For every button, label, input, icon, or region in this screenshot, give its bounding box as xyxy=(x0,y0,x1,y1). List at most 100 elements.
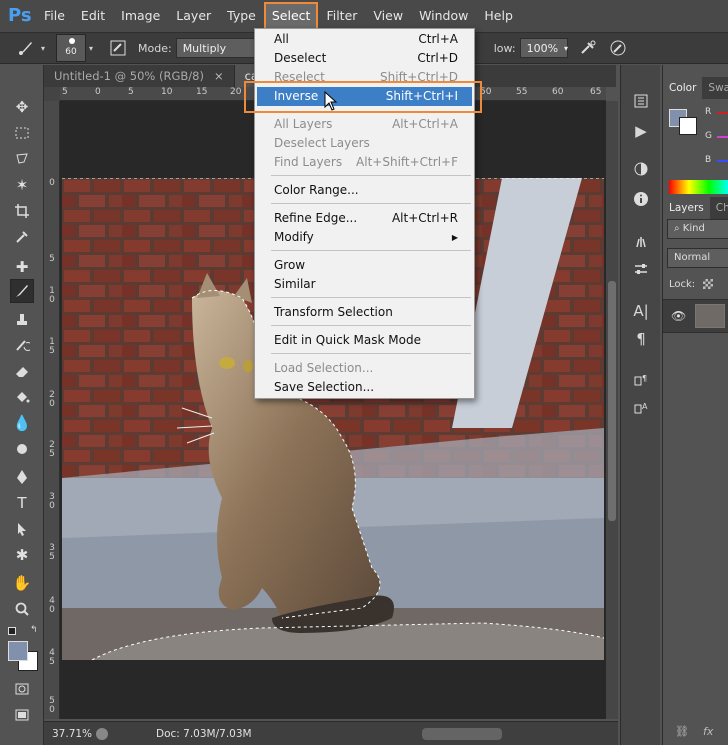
foreground-color-swatch[interactable] xyxy=(8,641,28,661)
zoom-level[interactable]: 37.71% xyxy=(44,728,92,740)
menu-item-grow[interactable]: Grow xyxy=(257,256,472,275)
vertical-ruler[interactable]: 0 5 1 0 1 5 2 0 2 5 3 0 3 5 4 0 4 5 5 0 xyxy=(44,101,60,719)
chevron-down-icon[interactable]: ▾ xyxy=(86,36,96,60)
layer-thumbnail[interactable] xyxy=(695,304,725,328)
menu-item-similar[interactable]: Similar xyxy=(257,275,472,294)
scroll-thumb[interactable] xyxy=(608,281,616,521)
ruler-tick-label: 2 0 xyxy=(49,390,55,409)
menu-file[interactable]: File xyxy=(38,4,71,28)
character-panel-icon[interactable]: A| xyxy=(629,299,653,323)
menu-item-refine-edge[interactable]: Refine Edge... Alt+Ctrl+R xyxy=(257,209,472,228)
menu-item-modify[interactable]: Modify ▶ xyxy=(257,228,472,247)
custom-shape-tool-icon[interactable]: ✱ xyxy=(10,543,34,567)
lasso-tool-icon[interactable] xyxy=(10,147,34,171)
menu-window[interactable]: Window xyxy=(413,4,474,28)
menu-item-quick-mask[interactable]: Edit in Quick Mask Mode xyxy=(257,331,472,350)
paragraph-styles-icon[interactable]: ¶ xyxy=(629,367,653,391)
channel-b-slider[interactable] xyxy=(717,160,728,162)
tab-color[interactable]: Color xyxy=(663,77,703,99)
crop-tool-icon[interactable] xyxy=(10,199,34,223)
link-layers-icon[interactable]: ⛓ xyxy=(675,725,689,738)
hand-tool-icon[interactable]: ✋ xyxy=(10,571,34,595)
color-spectrum[interactable] xyxy=(669,180,728,194)
menu-item-inverse[interactable]: Inverse Shift+Ctrl+I xyxy=(257,87,472,106)
eyedropper-tool-icon[interactable] xyxy=(10,225,34,249)
eye-icon[interactable]: 👁 xyxy=(671,309,686,323)
chevron-down-icon[interactable]: ▾ xyxy=(38,36,48,60)
clone-stamp-tool-icon[interactable] xyxy=(10,307,34,331)
color-panel-tabs: Color Swa xyxy=(663,77,728,99)
menu-select[interactable]: Select xyxy=(263,2,319,30)
menu-image[interactable]: Image xyxy=(115,4,166,28)
brush-presets-icon[interactable] xyxy=(629,229,653,253)
status-menu-icon[interactable] xyxy=(96,727,108,740)
zoom-tool-icon[interactable] xyxy=(10,597,34,621)
menu-edit[interactable]: Edit xyxy=(75,4,111,28)
tab-swatches[interactable]: Swa xyxy=(702,77,728,99)
menu-separator xyxy=(271,250,471,251)
play-actions-icon[interactable]: ▶ xyxy=(629,119,653,143)
brush-panel-toggle-icon[interactable] xyxy=(106,36,130,60)
channel-g-slider[interactable] xyxy=(717,136,728,138)
tool-presets-icon[interactable] xyxy=(629,257,653,281)
brush-tool-icon[interactable] xyxy=(10,279,34,303)
adjustments-panel-icon[interactable] xyxy=(629,157,653,181)
flow-label: low: xyxy=(493,41,516,55)
healing-brush-tool-icon[interactable]: ✚ xyxy=(10,255,34,279)
quick-mask-icon[interactable] xyxy=(10,677,34,701)
layer-style-icon[interactable]: fx xyxy=(703,725,713,738)
menu-filter[interactable]: Filter xyxy=(320,4,363,28)
menu-view[interactable]: View xyxy=(367,4,409,28)
menu-layer[interactable]: Layer xyxy=(170,4,217,28)
dodge-tool-icon[interactable] xyxy=(10,437,34,461)
tab-layers[interactable]: Layers xyxy=(663,197,710,219)
ruler-origin[interactable] xyxy=(44,87,60,101)
lock-transparency-icon[interactable] xyxy=(703,279,713,289)
ruler-tick-label: 5 xyxy=(49,254,55,264)
menu-item-deselect[interactable]: Deselect Ctrl+D xyxy=(257,49,472,68)
channel-r-slider[interactable] xyxy=(717,112,728,114)
flow-select[interactable]: 100% ▾ xyxy=(519,38,568,58)
blend-mode-select[interactable]: Normal xyxy=(667,248,728,268)
layer-filter-kind[interactable]: ⌕ Kind xyxy=(667,219,728,239)
paint-bucket-tool-icon[interactable] xyxy=(10,385,34,409)
magic-wand-tool-icon[interactable]: ✶ xyxy=(10,173,34,197)
marquee-tool-icon[interactable] xyxy=(10,121,34,145)
history-panel-icon[interactable] xyxy=(629,89,653,113)
layer-row[interactable]: 👁 xyxy=(663,299,728,333)
menu-item-save-selection[interactable]: Save Selection... xyxy=(257,378,472,397)
menu-item-all[interactable]: All Ctrl+A xyxy=(257,30,472,49)
move-tool-icon[interactable]: ✥ xyxy=(10,95,34,119)
tab-untitled-1[interactable]: Untitled-1 @ 50% (RGB/8) × xyxy=(44,65,235,87)
menu-item-transform-selection[interactable]: Transform Selection xyxy=(257,303,472,322)
pen-tool-icon[interactable] xyxy=(10,465,34,489)
kind-value: Kind xyxy=(682,223,705,234)
airbrush-icon[interactable] xyxy=(576,36,600,60)
vertical-scrollbar[interactable] xyxy=(606,101,618,719)
mode-select[interactable]: Multiply xyxy=(175,38,266,58)
brush-tool-icon[interactable] xyxy=(14,36,38,60)
menu-help[interactable]: Help xyxy=(478,4,519,28)
swap-colors-icon[interactable]: ↰ xyxy=(30,625,38,635)
eraser-tool-icon[interactable] xyxy=(10,359,34,383)
screen-mode-icon[interactable] xyxy=(10,703,34,727)
horizontal-scroll-thumb[interactable] xyxy=(422,728,502,740)
character-styles-icon[interactable]: A xyxy=(629,395,653,419)
ruler-tick-label: 4 0 xyxy=(49,596,55,615)
close-icon[interactable]: × xyxy=(214,69,224,83)
blur-tool-icon[interactable]: 💧 xyxy=(10,411,34,435)
history-brush-tool-icon[interactable] xyxy=(10,333,34,357)
tablet-pressure-icon[interactable] xyxy=(606,36,630,60)
default-colors-icon[interactable] xyxy=(8,627,16,635)
paragraph-panel-icon[interactable]: ¶ xyxy=(629,327,653,351)
menu-item-reselect: Reselect Shift+Ctrl+D xyxy=(274,70,458,84)
menu-item-color-range[interactable]: Color Range... xyxy=(257,181,472,200)
tab-channels[interactable]: Cha xyxy=(710,197,728,219)
menu-type[interactable]: Type xyxy=(221,4,262,28)
ruler-tick-label: 1 0 xyxy=(49,286,55,305)
type-tool-icon[interactable]: T xyxy=(10,491,34,515)
path-selection-tool-icon[interactable] xyxy=(10,517,34,541)
brush-size-picker[interactable]: 60 xyxy=(56,34,86,62)
background-color-swatch[interactable] xyxy=(679,117,697,135)
info-icon[interactable] xyxy=(629,187,653,211)
